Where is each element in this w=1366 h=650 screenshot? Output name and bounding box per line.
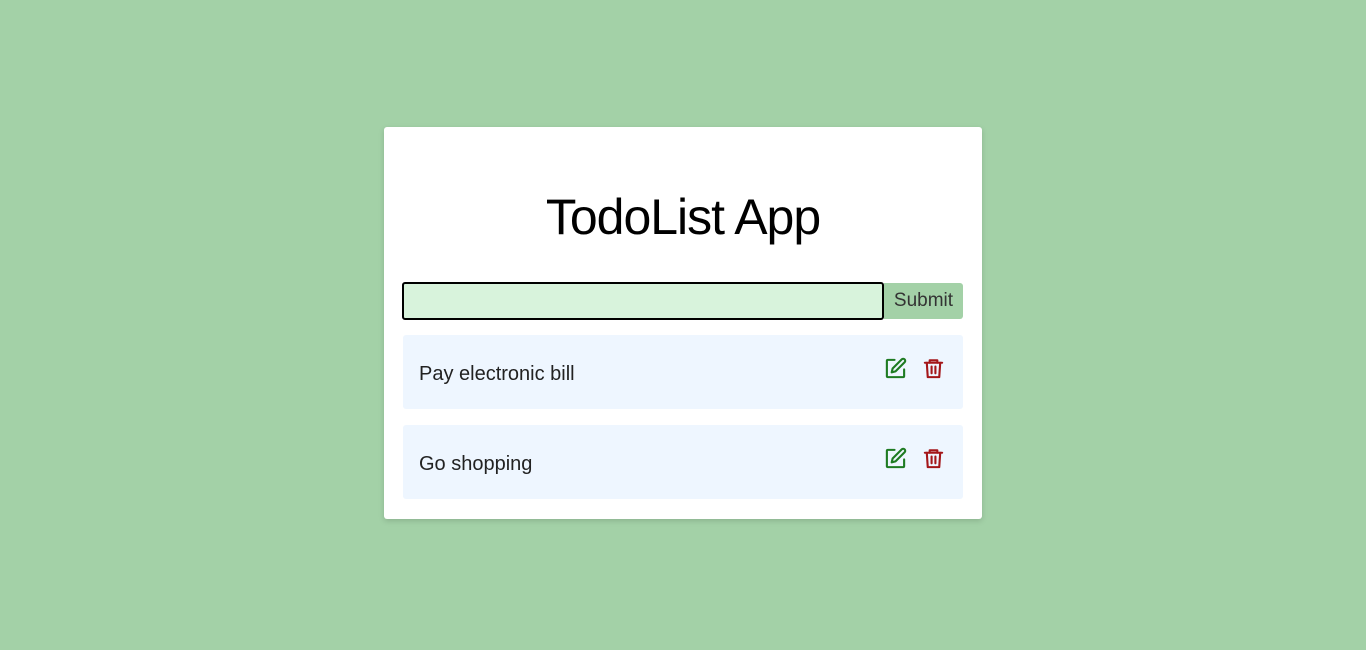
todo-actions	[884, 357, 945, 380]
todo-text: Go shopping	[419, 452, 533, 475]
todo-item: Go shopping	[403, 425, 963, 499]
edit-icon[interactable]	[884, 357, 907, 380]
todo-form: Submit	[402, 282, 963, 320]
todo-actions	[884, 447, 945, 470]
submit-button[interactable]: Submit	[884, 283, 963, 319]
edit-icon[interactable]	[884, 447, 907, 470]
todo-card: TodoList App Submit Pay electronic bill	[384, 127, 982, 519]
todo-text: Pay electronic bill	[419, 362, 575, 385]
todo-input[interactable]	[402, 282, 884, 320]
todo-item: Pay electronic bill	[403, 335, 963, 409]
trash-icon[interactable]	[922, 357, 945, 380]
trash-icon[interactable]	[922, 447, 945, 470]
todo-list: Pay electronic bill Go shopping	[403, 335, 963, 515]
page-title: TodoList App	[545, 189, 821, 245]
